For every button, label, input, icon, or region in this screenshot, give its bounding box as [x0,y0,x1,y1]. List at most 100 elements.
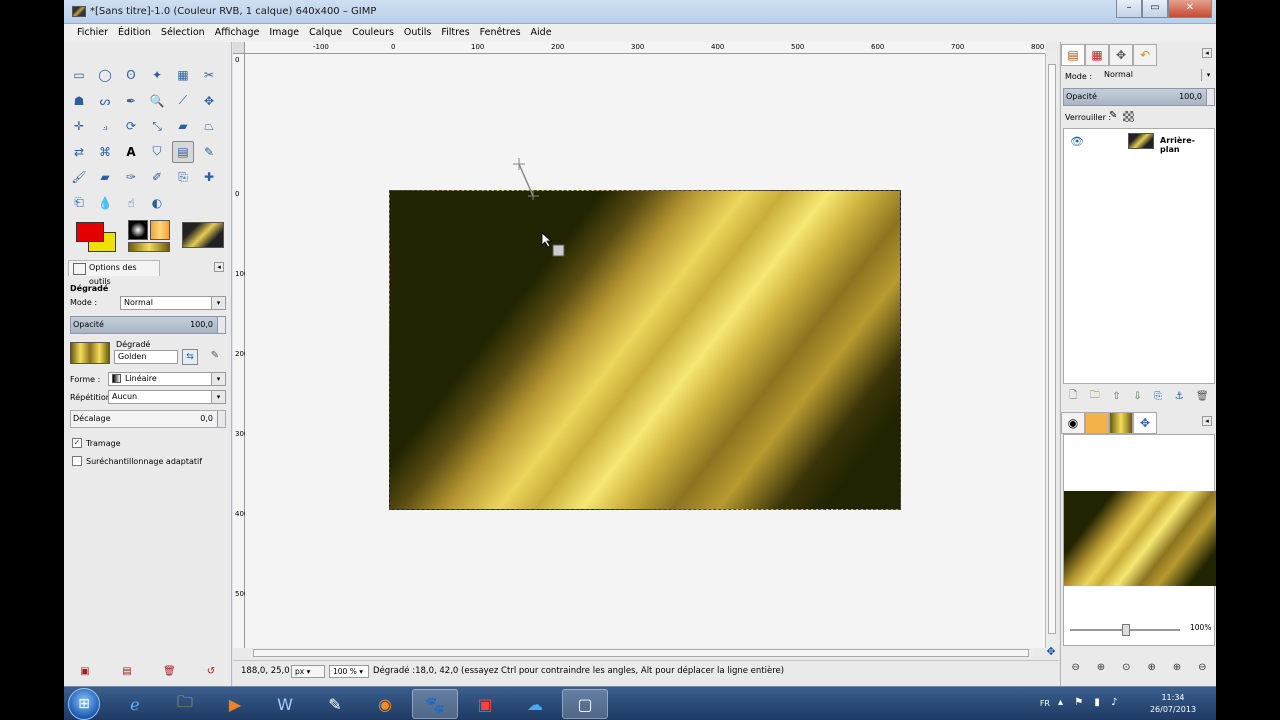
heal-icon[interactable]: ✚ [198,166,220,188]
opacity-slider[interactable]: Opacité 100,0 [70,316,226,334]
gradient-name-field[interactable]: Golden [114,350,178,364]
dock-menu-icon[interactable]: ◂ [1202,48,1212,58]
vertical-ruler[interactable]: 0 0 100 200 300 400 500 [233,54,248,648]
start-button[interactable]: ⊞ [68,688,100,720]
navigation-zoom-slider[interactable] [1070,624,1180,636]
clone-icon[interactable]: ⎘ [172,166,194,188]
anchor-layer-icon[interactable]: ⚓ [1175,391,1184,402]
shape-select[interactable]: Linéaire ▾ [108,372,226,386]
foreground-color[interactable] [76,222,104,242]
shear-icon[interactable]: ▰ [172,115,194,137]
opacity-spinner[interactable] [217,317,225,333]
navigation-preview[interactable] [1064,491,1216,586]
dither-checkbox[interactable]: ✓ [72,438,82,448]
offset-slider[interactable]: Décalage 0,0 [70,410,226,428]
layer-mode-select[interactable]: Normal ▾ [1101,69,1215,83]
delete-layer-icon[interactable]: 🗑 [1196,391,1209,402]
scissors-icon[interactable]: ✂ [198,64,220,86]
perspective-clone-icon[interactable]: ⎗ [68,192,90,214]
unit-select[interactable]: px ▾ [291,665,325,678]
menu-affichage[interactable]: Affichage [210,24,265,42]
mode-select[interactable]: Normal ▾ [120,296,226,310]
text-icon[interactable]: A [120,141,142,163]
blur-icon[interactable]: 💧 [94,192,116,214]
menu-fenetres[interactable]: Fenêtres [475,24,526,42]
menu-edition[interactable]: Édition [113,24,156,42]
airbrush-icon[interactable]: ✑ [120,166,142,188]
ink-icon[interactable]: ✐ [146,166,168,188]
supersample-checkbox[interactable] [72,456,82,466]
menu-fichier[interactable]: Fichier [72,24,113,42]
duplicate-layer-icon[interactable]: ⎘ [1154,391,1162,402]
zoom-in-icon[interactable]: ⊕ [1097,662,1105,678]
internet-explorer-icon[interactable]: ℯ [112,689,158,719]
media-player-icon[interactable]: ▶ [212,689,258,719]
tab-menu-icon[interactable]: ◂ [214,262,224,272]
rotate-icon[interactable]: ⟳ [120,115,142,137]
vertical-scrollbar[interactable] [1045,54,1057,648]
restore-options-icon[interactable]: ▤ [121,666,133,678]
brushes-tab-icon[interactable]: ◉ [1061,412,1085,434]
perspective-icon[interactable]: ⏢ [198,115,220,137]
repeat-select[interactable]: Aucun ▾ [108,390,226,404]
dodge-burn-icon[interactable]: ◐ [146,192,168,214]
pattern-preview[interactable] [150,220,170,240]
shrink-wrap-icon[interactable]: ⊖ [1198,662,1206,678]
image-preview[interactable] [182,222,224,248]
eraser-icon[interactable]: ▰ [94,166,116,188]
menu-calque[interactable]: Calque [304,24,347,42]
navigate-icon[interactable]: ✥ [1045,646,1057,658]
tray-icons[interactable]: ▴ ⚑ ▮ ♪ [1058,697,1138,708]
scroll-thumb[interactable] [1048,64,1056,634]
reverse-gradient-icon[interactable]: ⇆ [182,349,198,365]
rect-select-icon[interactable]: ▭ [68,64,90,86]
reset-options-icon[interactable]: ↺ [205,666,217,678]
menu-aide[interactable]: Aide [526,24,557,42]
gradient-icon[interactable]: ▤ [172,140,194,163]
gradient-preview[interactable] [70,342,110,364]
smudge-icon[interactable]: ☝ [120,192,142,214]
bucket-fill-icon[interactable]: ⛉ [146,141,168,163]
tool-options-tab[interactable]: Options des outils [68,260,160,286]
firefox-icon[interactable]: ◉ [362,689,408,719]
quick-mask-corner[interactable] [233,42,245,54]
crop-icon[interactable]: ⟓ [94,115,116,137]
menu-couleurs[interactable]: Couleurs [347,24,399,42]
dock-menu-icon-2[interactable]: ◂ [1202,416,1212,426]
word-icon[interactable]: W [262,689,308,719]
zoom-icon[interactable]: 🔍 [146,90,168,112]
zoom-one-icon[interactable]: ⊙ [1122,662,1130,678]
layer-opacity-slider[interactable]: Opacité 100,0 [1063,88,1215,106]
lock-alpha-icon[interactable] [1123,111,1134,122]
color-select-icon[interactable]: ▦ [172,64,194,86]
new-layer-icon[interactable]: 🗋 [1069,388,1077,405]
eye-icon[interactable]: 👁 [1070,135,1084,148]
paths-tab-icon[interactable]: ✥ [1109,44,1133,66]
zoom-fill-icon[interactable]: ⊕ [1173,662,1181,678]
lock-pixels-icon[interactable]: ✎ [1109,110,1117,121]
move-icon[interactable]: ✥ [198,90,220,112]
measure-icon[interactable]: ⟋ [172,90,194,112]
new-group-icon[interactable]: 🗀 [1090,388,1100,405]
ellipse-select-icon[interactable]: ◯ [94,64,116,86]
maximize-button[interactable]: ▭ [1142,0,1168,18]
align-icon[interactable]: ✛ [68,115,90,137]
scroll-thumb[interactable] [253,649,1029,657]
cage-icon[interactable]: ⌘ [94,141,116,163]
language-indicator[interactable]: FR [1040,699,1050,708]
save-options-icon[interactable]: ▣ [79,666,91,678]
paintbrush-icon[interactable]: 🖌 [68,166,90,188]
minimize-button[interactable]: – [1116,0,1142,18]
explorer-folder-icon[interactable]: 🗀 [162,689,208,719]
layer-row[interactable]: 👁 Arrière-plan [1064,131,1214,154]
lasso-icon[interactable]: ʘ [120,64,142,86]
offset-spinner[interactable] [217,411,225,427]
zoom-fit-icon[interactable]: ⊕ [1147,662,1155,678]
gimp-taskbar-icon[interactable]: 🐾 [412,689,458,719]
menu-selection[interactable]: Sélection [156,24,210,42]
delete-options-icon[interactable]: 🗑 [163,666,176,678]
patterns-tab-icon[interactable] [1085,412,1109,434]
cloud-icon[interactable]: ☁ [512,689,558,719]
menu-filtres[interactable]: Filtres [436,24,474,42]
navigation-tab-icon[interactable]: ✥ [1133,412,1157,434]
